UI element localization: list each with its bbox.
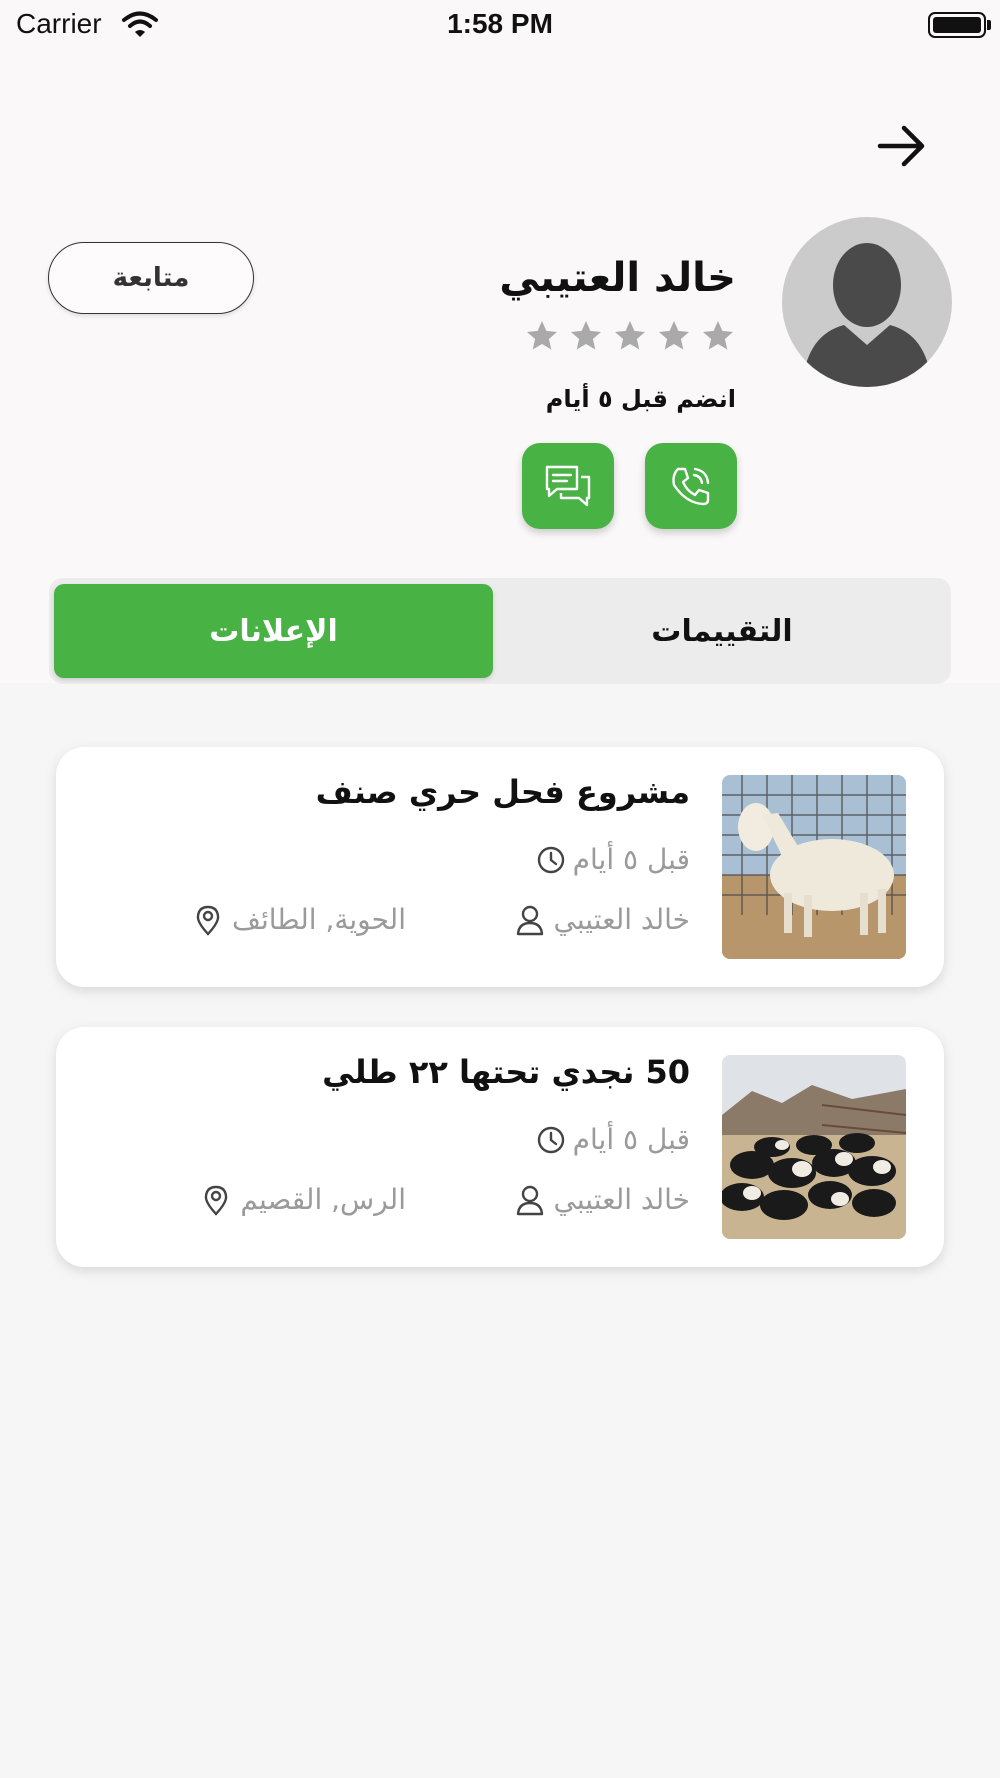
call-button[interactable]: [645, 443, 737, 529]
status-bar: Carrier 1:58 PM: [0, 0, 1000, 50]
back-arrow-icon[interactable]: [874, 118, 930, 174]
ad-user-text: خالد العتيبي: [553, 903, 690, 936]
clock-icon: [537, 846, 564, 873]
battery-cap: [987, 20, 991, 30]
battery-icon: [928, 12, 986, 38]
star-icon: [527, 321, 557, 350]
joined-date: انضم قبل ٥ أيام: [545, 385, 736, 413]
ad-location-text: الحوية, الطائف: [231, 903, 406, 936]
ad-time-text: قبل ٥ أيام: [572, 843, 690, 876]
ad-user-text: خالد العتيبي: [553, 1183, 690, 1216]
ad-location: الحوية, الطائف: [192, 903, 406, 936]
ad-thumbnail-sheep: [722, 775, 906, 959]
profile-tabs: الإعلانات التقييمات: [49, 578, 951, 684]
ad-time-text: قبل ٥ أيام: [572, 1123, 690, 1156]
star-icon: [571, 321, 601, 350]
avatar: [782, 217, 952, 387]
clock-icon: [537, 1126, 564, 1153]
ad-title: مشروع فحل حري صنف: [315, 773, 690, 811]
ad-user: خالد العتيبي: [514, 1183, 690, 1216]
ad-time: قبل ٥ أيام: [535, 1123, 690, 1156]
ad-location-text: الرس, القصيم: [240, 1183, 406, 1216]
location-pin-icon: [205, 1185, 228, 1216]
star-icon: [615, 321, 645, 350]
ad-title: 50 نجدي تحتها ٢٢ طلي: [322, 1053, 690, 1091]
tab-ads[interactable]: الإعلانات: [54, 584, 493, 678]
user-icon: [516, 905, 543, 935]
ad-user: خالد العتيبي: [514, 903, 690, 936]
phone-icon: [672, 467, 710, 506]
ad-card[interactable]: مشروع فحل حري صنف قبل ٥ أيام خالد العتيب…: [56, 747, 944, 987]
ad-card[interactable]: 50 نجدي تحتها ٢٢ طلي قبل ٥ أيام خالد الع…: [56, 1027, 944, 1267]
star-icon: [659, 321, 689, 350]
status-time: 1:58 PM: [447, 8, 553, 39]
location-pin-icon: [196, 905, 220, 936]
star-icon: [703, 321, 733, 350]
ad-time: قبل ٥ أيام: [535, 843, 690, 876]
avatar-silhouette-icon: [802, 243, 932, 387]
user-icon: [516, 1185, 543, 1215]
chat-icon: [545, 465, 591, 507]
chat-button[interactable]: [522, 443, 614, 529]
tab-ratings[interactable]: التقييمات: [493, 584, 951, 678]
ad-location: الرس, القصيم: [200, 1183, 406, 1216]
rating-stars: [524, 318, 736, 354]
profile-name: خالد العتيبي: [499, 255, 736, 301]
follow-button[interactable]: متابعة: [48, 242, 254, 314]
ad-thumbnail-flock: [722, 1055, 906, 1239]
